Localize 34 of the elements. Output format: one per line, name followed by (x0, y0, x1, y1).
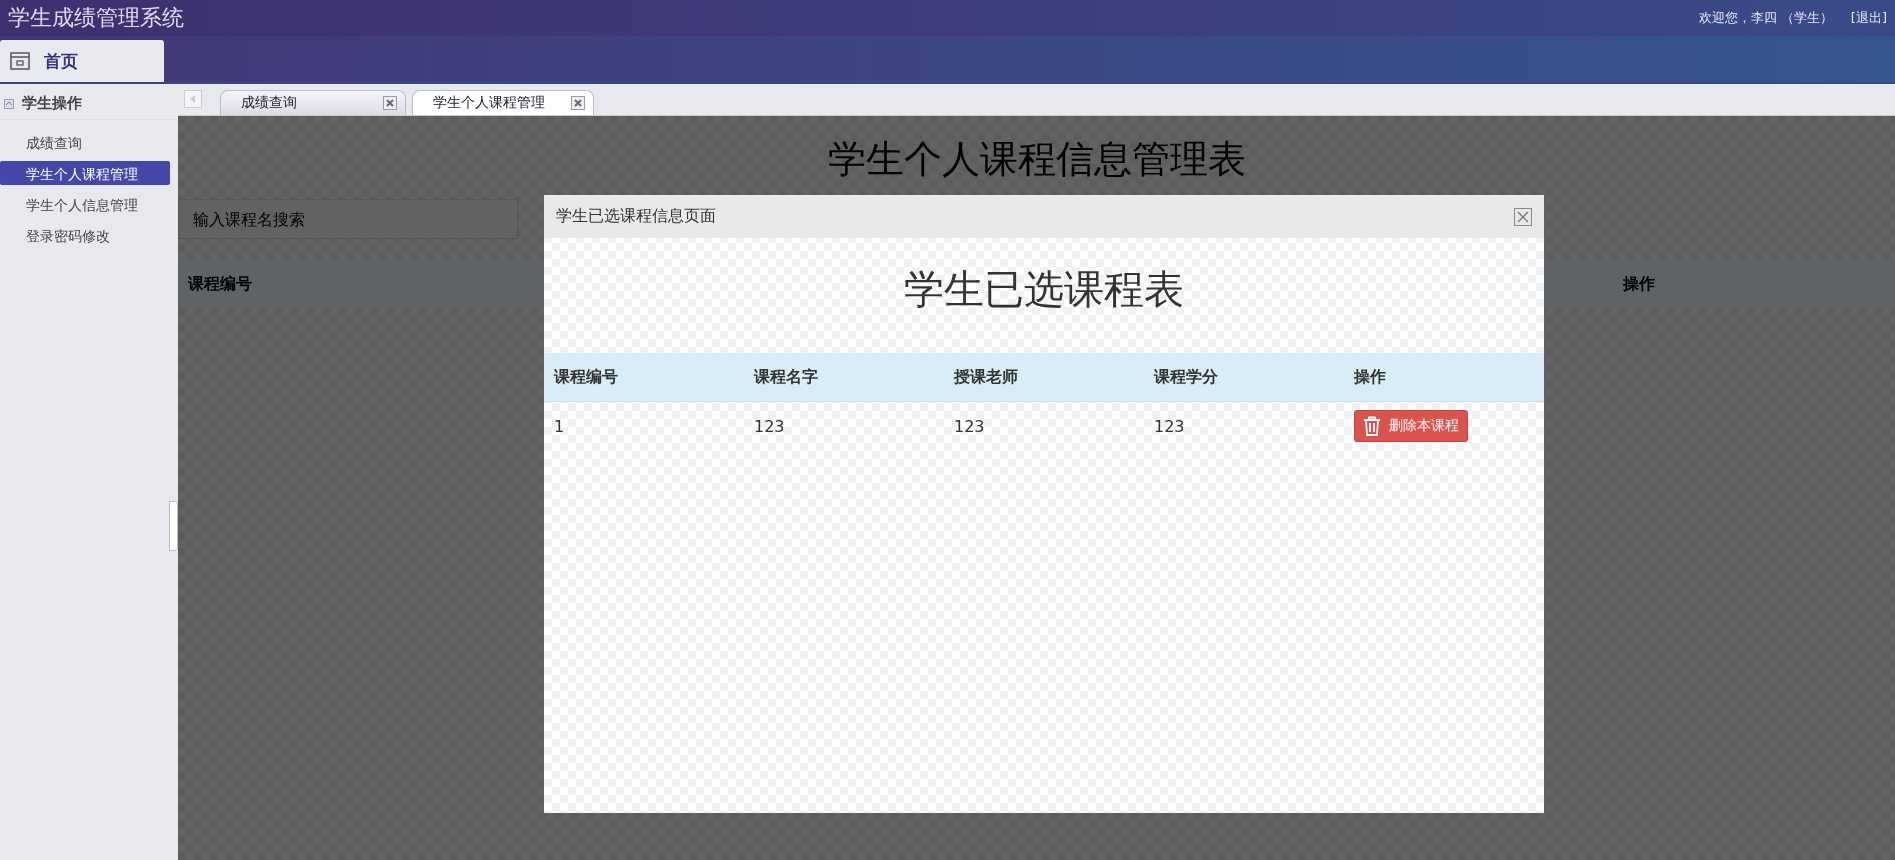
app-title: 学生成绩管理系统 (8, 4, 184, 32)
column-header: 操作 (1623, 273, 1655, 295)
table-cell: 123 (754, 416, 785, 436)
close-icon[interactable] (383, 96, 397, 110)
sidebar-item[interactable]: 登录密码修改 (0, 223, 170, 247)
search-field[interactable]: 输入课程名搜索 (178, 199, 518, 239)
dialog-heading: 学生已选课程表 (904, 265, 1184, 314)
table-cell: 123 (1154, 416, 1185, 436)
delete-button[interactable]: 删除本课程 (1354, 410, 1468, 442)
column-header: 课程编号 (188, 273, 252, 295)
column-header: 操作 (1344, 353, 1544, 402)
welcome-text: 欢迎您，李四 （学生） (1698, 9, 1833, 27)
table-cell: 123 (954, 416, 985, 436)
sidebar-item[interactable]: 成绩查询 (0, 130, 170, 154)
close-icon[interactable] (1514, 207, 1532, 226)
home-tab[interactable]: 首页 (0, 40, 164, 82)
trash-icon (1363, 416, 1381, 436)
close-icon[interactable] (571, 96, 585, 110)
column-header: 授课老师 (944, 353, 1144, 402)
column-header: 课程学分 (1144, 353, 1344, 402)
collapse-handle[interactable] (169, 501, 178, 551)
sidebar-group-title: 学生操作 (22, 94, 82, 113)
collapse-icon[interactable] (4, 98, 14, 109)
dialog-title: 学生已选课程信息页面 (556, 206, 716, 227)
tab[interactable]: 学生个人课程管理 (412, 90, 594, 115)
logout-link[interactable]: [退出] (1850, 9, 1887, 27)
page-title: 学生个人课程信息管理表 (827, 136, 1246, 183)
tab[interactable]: 成绩查询 (220, 90, 406, 115)
table-cell: 1 (554, 416, 565, 436)
column-header: 课程名字 (744, 353, 944, 402)
column-header: 课程编号 (544, 353, 744, 402)
sidebar-item[interactable]: 学生个人信息管理 (0, 192, 170, 216)
sidebar-item[interactable]: 学生个人课程管理 (0, 161, 170, 185)
window-icon (10, 52, 30, 70)
